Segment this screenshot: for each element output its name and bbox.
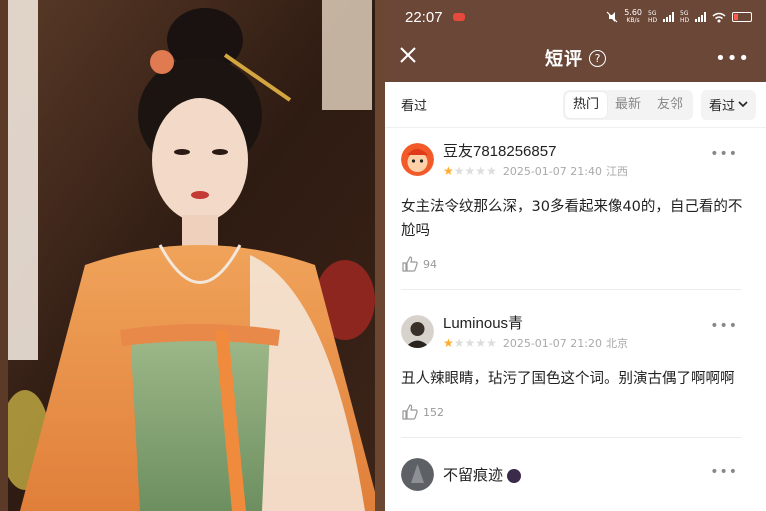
actress-portrait-illustration (0, 0, 385, 511)
reviewer-name[interactable]: 不留痕迹 (443, 464, 522, 485)
douban-short-reviews-screen: 22:07 5.60 KB/s 5G HD 5G HD 短评 ? ••• 看过 … (385, 0, 766, 511)
review-location: 北京 (605, 337, 628, 350)
signal-1: 5G HD (648, 10, 674, 24)
review-item: 豆友7818256857 ★ ★ ★ ★ ★ 2025-01-07 21:40 … (385, 128, 766, 273)
like-button[interactable]: 94 (401, 255, 750, 273)
star-icon: ★ (443, 336, 454, 350)
like-count: 152 (423, 405, 444, 419)
sort-tabs: 热门 最新 友邻 (562, 89, 693, 120)
rating-stars: ★ ★ ★ ★ ★ (443, 337, 497, 349)
reviewer-name[interactable]: Luminous青 (443, 312, 628, 333)
close-icon[interactable] (397, 44, 419, 66)
tab-friends[interactable]: 友邻 (649, 92, 691, 118)
thumbs-up-icon (402, 404, 418, 420)
wifi-icon (712, 12, 726, 22)
reviewer-name[interactable]: 豆友7818256857 (443, 140, 628, 161)
review-text: 丑人辣眼睛，玷污了国色这个词。别演古偶了啊啊啊 (401, 371, 735, 387)
star-icon: ★ (453, 336, 465, 350)
star-icon: ★ (464, 336, 476, 350)
star-icon: ★ (475, 164, 487, 178)
chevron-down-icon (738, 101, 748, 108)
status-icons: 5.60 KB/s 5G HD 5G HD (606, 9, 752, 25)
status-filter-dropdown[interactable]: 看过 (700, 89, 756, 120)
star-icon: ★ (443, 164, 454, 178)
photo-right-border (375, 0, 385, 511)
filter-bar: 看过 热门 最新 友邻 看过 (385, 82, 766, 128)
more-options-button[interactable]: ••• (715, 48, 750, 69)
avatar[interactable] (401, 315, 434, 348)
watched-label: 看过 (401, 99, 428, 114)
star-icon: ★ (464, 164, 476, 178)
tab-hot[interactable]: 热门 (564, 91, 607, 118)
page-title: 短评 (545, 49, 583, 70)
cartoon-avatar-icon (401, 143, 434, 176)
screen-record-indicator-icon (452, 13, 465, 21)
nav-header: 短评 ? ••• (385, 34, 766, 82)
avatar[interactable] (401, 458, 434, 491)
star-icon: ★ (486, 336, 497, 350)
like-button[interactable]: 152 (401, 403, 750, 421)
review-date: 2025-01-07 21:40 (502, 164, 602, 178)
like-count: 94 (423, 257, 437, 271)
rating-stars: ★ ★ ★ ★ ★ (443, 165, 497, 177)
drama-still-image (0, 0, 385, 511)
review-more-button[interactable]: ••• (710, 318, 738, 334)
signal-2: 5G HD (680, 10, 706, 24)
network-speed: 5.60 KB/s (624, 8, 642, 25)
signal-bars-icon (695, 12, 706, 22)
review-item: Luminous青 ★ ★ ★ ★ ★ 2025-01-07 21:20 北京 … (385, 290, 766, 421)
photo-left-border (0, 0, 8, 511)
status-filter-label: 看过 (708, 99, 735, 114)
star-icon: ★ (486, 164, 497, 178)
review-more-button[interactable]: ••• (710, 146, 738, 162)
thumbs-up-icon (402, 256, 418, 272)
avatar[interactable] (401, 143, 434, 176)
photo-avatar-icon (401, 458, 434, 491)
mute-icon (606, 11, 618, 23)
review-item: 不留痕迹 ••• (385, 438, 766, 491)
review-date: 2025-01-07 21:20 (502, 336, 602, 350)
star-icon: ★ (475, 336, 487, 350)
status-bar: 22:07 5.60 KB/s 5G HD 5G HD (385, 0, 766, 34)
user-badge-icon (507, 469, 522, 484)
signal-bars-icon (663, 12, 674, 22)
review-more-button[interactable]: ••• (710, 464, 738, 480)
review-text: 女主法令纹那么深，30多看起来像40的，自己看的不尬吗 (401, 199, 743, 239)
clock: 22:07 (405, 8, 443, 26)
photo-avatar-icon (401, 315, 434, 348)
battery-icon (732, 12, 752, 22)
tab-latest[interactable]: 最新 (607, 92, 649, 118)
review-location: 江西 (605, 165, 628, 178)
help-icon[interactable]: ? (589, 49, 606, 67)
star-icon: ★ (453, 164, 465, 178)
